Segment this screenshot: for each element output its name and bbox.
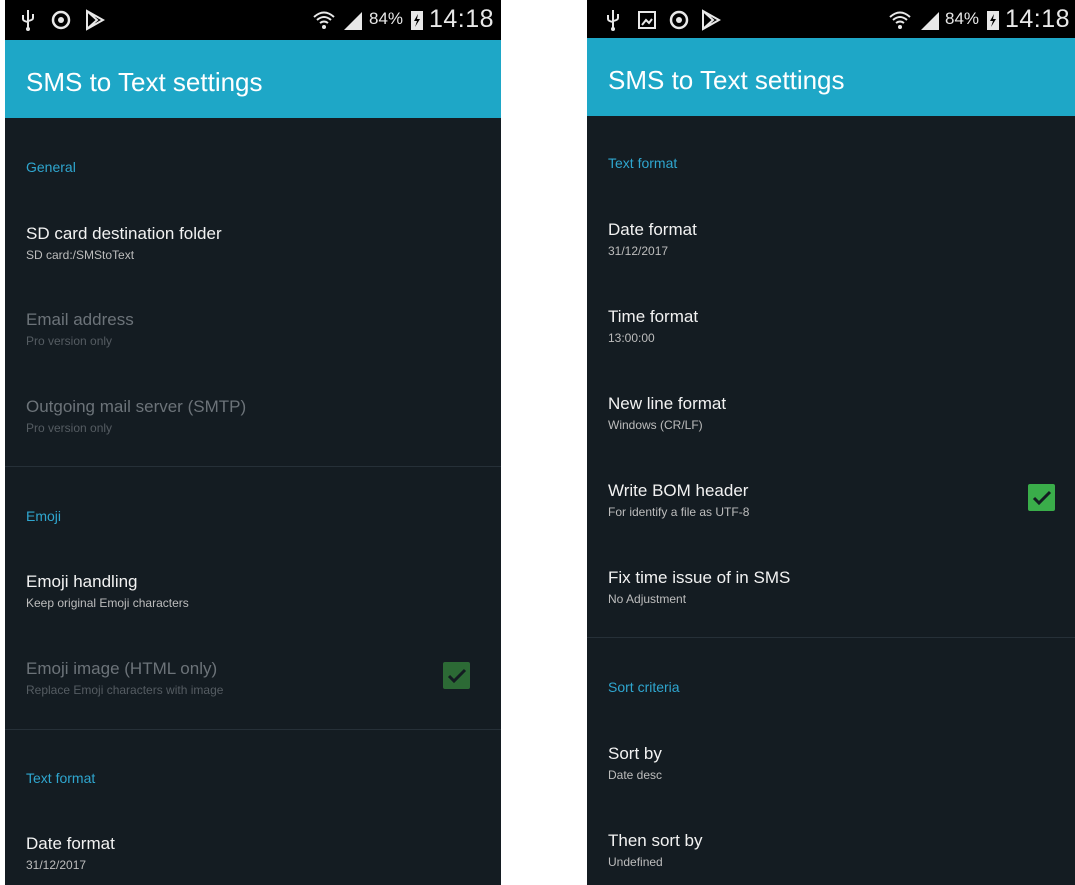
page-title: SMS to Text settings [608,65,845,95]
pref-date-format[interactable]: Date format 31/12/2017 [5,834,501,885]
pref-fix-time-issue[interactable]: Fix time issue of in SMS No Adjustment [587,568,1075,648]
pref-time-format[interactable]: Time format 13:00:00 [587,307,1075,387]
battery-percent: 84% [369,9,404,28]
status-bar: 84% 14:18 [587,0,1075,40]
pref-title: Time format [608,307,699,326]
page-title: SMS to Text settings [26,67,263,97]
signal-icon [918,8,942,32]
clock: 14:18 [429,5,495,33]
section-divider [5,729,501,730]
section-header-text-format: Text format [26,770,96,786]
pref-title: SD card destination folder [26,224,222,243]
app-bar: SMS to Text settings [587,38,1075,116]
sync-icon [49,8,73,32]
pref-summary: Undefined [608,855,663,869]
pref-summary: For identify a file as UTF-8 [608,505,750,519]
pref-summary: Date desc [608,768,663,782]
status-bar: 84% 14:18 [5,0,501,40]
pref-summary: Pro version only [26,421,113,435]
write-bom-header-checkbox[interactable] [1028,484,1055,511]
left-phone-screen: 84% 14:18 SMS to Text settings General S… [5,0,501,885]
pref-emoji-handling[interactable]: Emoji handling Keep original Emoji chara… [5,572,501,652]
emoji-image-checkbox [443,662,470,689]
play-store-icon [699,8,723,32]
section-header-general: General [26,159,76,175]
sync-icon [667,8,691,32]
pref-then-sort-by[interactable]: Then sort by Undefined [587,831,1075,885]
pref-summary: 31/12/2017 [608,244,669,258]
battery-charging-icon [985,8,1001,32]
pref-summary: Replace Emoji characters with image [26,683,224,697]
pref-title: Outgoing mail server (SMTP) [26,397,247,416]
section-header-emoji: Emoji [26,508,62,524]
pref-summary: Keep original Emoji characters [26,596,189,610]
check-icon [1032,490,1051,505]
pref-title: Emoji image (HTML only) [26,659,218,678]
pref-date-format[interactable]: Date format 31/12/2017 [587,220,1075,300]
clock: 14:18 [1005,5,1071,33]
pref-title: Date format [608,220,697,239]
pref-outgoing-mail-server: Outgoing mail server (SMTP) Pro version … [5,397,501,477]
pref-email-address: Email address Pro version only [5,310,501,390]
pref-title: Email address [26,310,134,329]
pref-title: Sort by [608,744,662,763]
pref-write-bom-header[interactable]: Write BOM header For identify a file as … [587,481,1075,561]
pref-title: New line format [608,394,727,413]
pref-title: Then sort by [608,831,703,850]
battery-charging-icon [409,8,425,32]
battery-percent: 84% [945,9,980,28]
play-store-icon [83,8,107,32]
pref-title: Write BOM header [608,481,749,500]
pref-summary: 13:00:00 [608,331,655,345]
pref-title: Fix time issue of in SMS [608,568,791,587]
pref-sd-card-destination-folder[interactable]: SD card destination folder SD card:/SMSt… [5,224,501,304]
section-divider [587,637,1075,638]
wifi-icon [887,8,913,32]
pref-summary: No Adjustment [608,592,687,606]
pref-sort-by[interactable]: Sort by Date desc [587,744,1075,824]
pref-emoji-image: Emoji image (HTML only) Replace Emoji ch… [5,659,501,739]
pref-summary: Pro version only [26,334,113,348]
pref-new-line-format[interactable]: New line format Windows (CR/LF) [587,394,1075,474]
pref-summary: 31/12/2017 [26,858,87,872]
section-header-text-format: Text format [608,155,678,171]
section-divider [5,466,501,467]
usb-icon [602,8,624,32]
usb-icon [17,8,39,32]
app-bar: SMS to Text settings [5,40,501,118]
pref-title: Date format [26,834,115,853]
section-header-sort-criteria: Sort criteria [608,679,680,695]
right-phone-screen: 84% 14:18 SMS to Text settings Text form… [587,0,1075,885]
pref-title: Emoji handling [26,572,138,591]
check-icon [447,668,466,683]
wifi-icon [311,8,337,32]
image-icon [635,8,659,32]
pref-summary: Windows (CR/LF) [608,418,703,432]
pref-summary: SD card:/SMStoText [26,248,135,262]
signal-icon [341,8,365,32]
